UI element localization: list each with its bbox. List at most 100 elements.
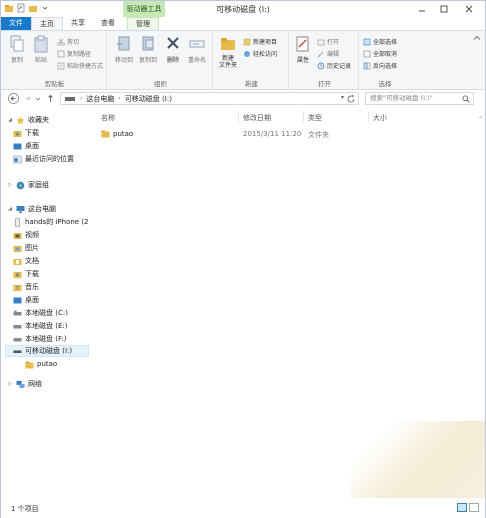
view-switcher	[457, 503, 479, 512]
easy-access-icon	[244, 50, 250, 57]
paste-shortcut-label: 粘贴快捷方式	[67, 63, 104, 70]
nav-disk-e[interactable]: 本地磁盘 (E:)	[13, 320, 103, 332]
videos-folder-icon	[13, 232, 22, 239]
select-all-icon	[363, 38, 371, 45]
nav-removable-disk[interactable]: 可移动磁盘 (I:)	[5, 345, 89, 357]
nav-documents[interactable]: 文档	[13, 255, 103, 267]
folder-icon	[25, 361, 34, 368]
forward-arrow-icon	[25, 96, 31, 101]
move-to-button[interactable]: 移动到	[113, 35, 135, 64]
nav-downloads[interactable]: 下载	[13, 127, 103, 139]
nav-downloads-pc[interactable]: 下载	[13, 268, 103, 280]
nav-iphone[interactable]: hands的 iPhone (2	[13, 216, 103, 228]
drive-icon	[65, 96, 75, 101]
cut-button[interactable]: 剪切	[57, 37, 79, 46]
address-bar[interactable]: › 这台电脑 › 可移动磁盘 (I:) ▾	[60, 92, 359, 105]
column-divider[interactable]	[238, 111, 239, 122]
column-header-size[interactable]: 大小	[373, 113, 387, 123]
open-button[interactable]: 打开	[317, 37, 339, 46]
hard-drive-icon	[13, 337, 22, 341]
paste-button[interactable]: 粘贴	[30, 35, 52, 64]
select-none-button[interactable]: 全部取消	[363, 49, 397, 58]
nav-disk-f[interactable]: 本地磁盘 (F:)	[13, 333, 103, 345]
nav-desktop-pc[interactable]: 桌面	[13, 294, 103, 306]
tab-home[interactable]: 主页	[31, 17, 63, 30]
expand-arrow-icon[interactable]: ▷	[7, 182, 13, 188]
nav-desktop-pc-label: 桌面	[25, 296, 39, 304]
column-header-modified[interactable]: 修改日期	[243, 113, 271, 123]
forward-button[interactable]	[22, 93, 33, 104]
column-divider[interactable]	[368, 111, 369, 122]
nav-recent-label: 最近访问的位置	[25, 155, 74, 163]
address-row: › 这台电脑 › 可移动磁盘 (I:) ▾ 搜索"可移动磁盘 (I:)"	[1, 90, 485, 108]
nav-network[interactable]: ▷ 网络	[7, 378, 97, 390]
column-divider[interactable]	[303, 111, 304, 122]
open-group-label: 打开	[318, 80, 331, 88]
nav-music[interactable]: 音乐	[13, 281, 103, 293]
invert-selection-button[interactable]: 反向选择	[363, 61, 397, 70]
nav-videos[interactable]: 视频	[13, 229, 103, 241]
star-icon	[16, 116, 25, 124]
history-button[interactable]: 历史记录	[317, 61, 351, 70]
new-item-label: 新建项目	[253, 39, 278, 46]
refresh-icon[interactable]	[346, 94, 356, 104]
edit-button[interactable]: 编辑	[317, 49, 339, 58]
nav-favorites[interactable]: ◢ 收藏夹	[7, 114, 97, 126]
collapse-ribbon-button[interactable]	[473, 33, 481, 41]
nav-homegroup[interactable]: ▷ 家庭组	[7, 179, 97, 191]
easy-access-button[interactable]: 轻松访问	[243, 49, 277, 58]
select-all-button[interactable]: 全部选择	[363, 37, 397, 46]
new-folder-label: 新建 文件夹	[218, 55, 237, 69]
new-folder-button[interactable]: 新建 文件夹	[216, 35, 240, 69]
breadcrumb-this-pc[interactable]: 这台电脑	[86, 94, 114, 104]
address-history-icon[interactable]: ▾	[341, 94, 344, 101]
chevron-down-icon	[35, 97, 41, 101]
tab-view[interactable]: 查看	[93, 17, 123, 30]
copy-to-button[interactable]: 复制到	[137, 35, 159, 64]
nav-videos-label: 视频	[25, 231, 39, 239]
expand-arrow-icon[interactable]: ◢	[7, 117, 13, 123]
breadcrumb-separator-icon: ›	[80, 95, 83, 102]
nav-disk-c[interactable]: 本地磁盘 (C:)	[13, 307, 103, 319]
column-header-type[interactable]: 类型	[308, 113, 322, 123]
file-row[interactable]: putao 2015/3/11 11:20 文件夹	[101, 127, 421, 141]
details-view-button[interactable]	[457, 503, 467, 512]
search-box[interactable]: 搜索"可移动磁盘 (I:)"	[365, 92, 474, 105]
nav-recent-places[interactable]: 最近访问的位置	[13, 153, 103, 165]
nav-pictures[interactable]: 图片	[13, 242, 103, 254]
removable-drive-icon	[13, 350, 22, 353]
nav-this-pc[interactable]: ◢ 这台电脑	[7, 203, 97, 215]
tab-file[interactable]: 文件	[1, 17, 31, 30]
new-item-button[interactable]: 新建项目	[243, 37, 277, 46]
downloads-folder-icon	[13, 271, 22, 278]
expand-arrow-icon[interactable]: ◢	[7, 206, 13, 212]
title-bar: 驱动器工具 可移动磁盘 (I:)	[1, 1, 485, 17]
column-header-name[interactable]: 名称	[101, 113, 115, 123]
expand-arrow-icon[interactable]: ▷	[7, 381, 13, 387]
copy-to-icon	[142, 36, 154, 51]
organize-group: 移动到 复制到 删除 重命名 组织	[109, 33, 213, 89]
nav-putao-label: putao	[37, 360, 58, 368]
minimize-button[interactable]	[411, 1, 433, 16]
breadcrumb-removable-disk[interactable]: 可移动磁盘 (I:)	[125, 94, 172, 104]
clipboard-group: 复制 粘贴 剪切 复制路径 粘贴快捷方式 剪贴板	[3, 33, 107, 89]
ribbon-tabs: 文件 主页 共享 查看 管理	[1, 17, 485, 30]
copy-button[interactable]: 复制	[6, 35, 28, 64]
back-button[interactable]	[8, 93, 19, 104]
paste-shortcut-button[interactable]: 粘贴快捷方式	[57, 61, 103, 70]
rename-button[interactable]: 重命名	[186, 35, 208, 64]
up-button[interactable]	[45, 93, 56, 104]
recent-locations-button[interactable]	[34, 93, 42, 104]
properties-button[interactable]: 属性	[292, 35, 314, 64]
maximize-button[interactable]	[433, 1, 455, 16]
nav-desktop[interactable]: 桌面	[13, 140, 103, 152]
nav-music-label: 音乐	[25, 283, 39, 291]
close-button[interactable]	[455, 1, 483, 16]
large-icons-view-button[interactable]	[469, 503, 479, 512]
delete-button[interactable]: 删除	[162, 35, 184, 64]
tab-share[interactable]: 共享	[63, 17, 93, 30]
tab-manage[interactable]: 管理	[127, 17, 159, 30]
copy-path-button[interactable]: 复制路径	[57, 49, 91, 58]
explorer-window: 驱动器工具 可移动磁盘 (I:) 文件 主页 共享 查看 管理 复制 粘贴 剪切…	[0, 0, 486, 518]
open-icon	[317, 39, 325, 45]
